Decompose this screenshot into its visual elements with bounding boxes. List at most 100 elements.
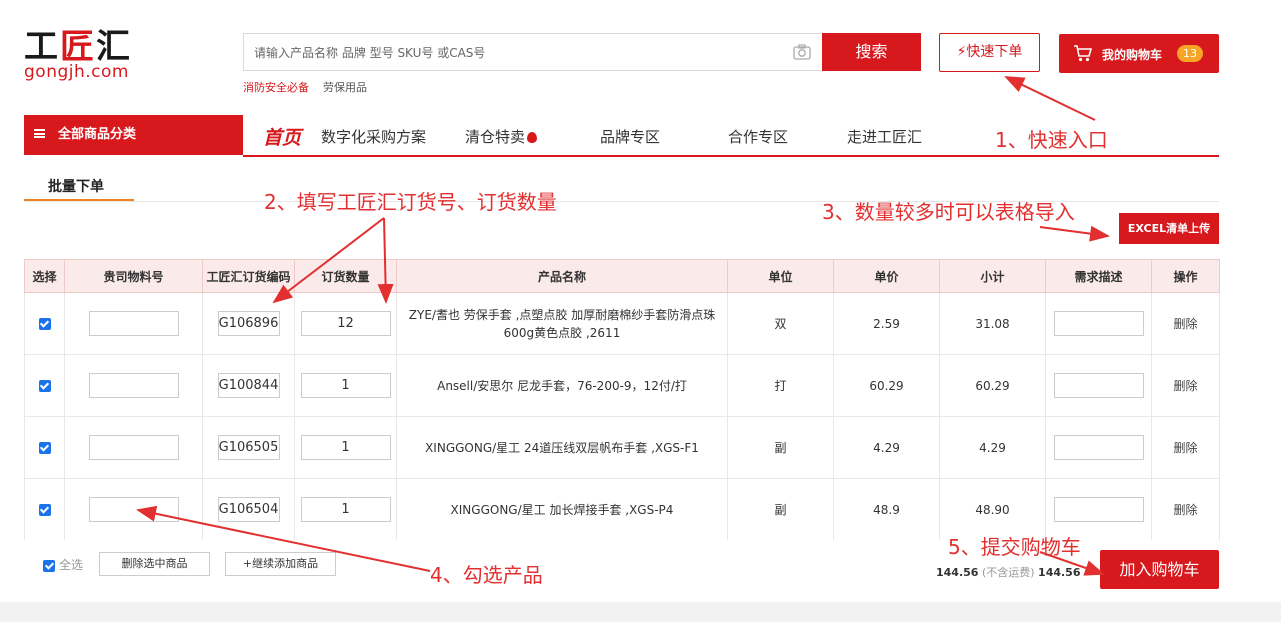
subtotal: 31.08 bbox=[939, 292, 1046, 355]
logo[interactable]: 工匠汇 bbox=[24, 28, 132, 66]
quantity-input[interactable]: 1 bbox=[300, 435, 391, 460]
row-checkbox[interactable] bbox=[38, 318, 51, 330]
row-checkbox[interactable] bbox=[38, 442, 51, 454]
nav-clearance[interactable]: 清仓特卖 bbox=[465, 126, 538, 147]
excel-upload-button[interactable]: EXCEL清单上传 bbox=[1119, 213, 1219, 244]
camera-icon[interactable] bbox=[793, 44, 811, 60]
order-code-input[interactable]: G106504 bbox=[217, 497, 280, 522]
col-material-no: 贵司物料号 bbox=[64, 259, 203, 293]
quantity-input[interactable]: 1 bbox=[300, 497, 391, 522]
all-categories-label: 全部商品分类 bbox=[58, 127, 137, 142]
cart-label: 我的购物车 bbox=[1102, 48, 1163, 62]
subtotal: 60.29 bbox=[939, 354, 1046, 417]
quantity-input[interactable]: 1 bbox=[300, 373, 391, 398]
logo-domain: gongjh.com bbox=[24, 62, 129, 82]
requirement-input[interactable] bbox=[1053, 435, 1144, 460]
quantity-input[interactable]: 12 bbox=[300, 311, 391, 336]
order-total: 144.56 (不含运费) 144.56 bbox=[936, 564, 1081, 580]
cart-count-badge: 13 bbox=[1177, 45, 1203, 62]
col-requirement: 需求描述 bbox=[1045, 259, 1152, 293]
delete-selected-button[interactable]: 删除选中商品 bbox=[99, 552, 210, 576]
flame-icon bbox=[527, 132, 538, 143]
page-bottom-strip bbox=[0, 602, 1281, 622]
unit-price: 2.59 bbox=[833, 292, 940, 355]
delete-link[interactable]: 删除 bbox=[1173, 379, 1197, 393]
col-subtotal: 小计 bbox=[939, 259, 1046, 293]
product-name: XINGGONG/星工 24道压线双层帆布手套 ,XGS-F1 bbox=[425, 440, 699, 455]
unit-price: 48.9 bbox=[833, 478, 940, 541]
logo-char-1: 工 bbox=[24, 27, 60, 67]
unit: 副 bbox=[727, 416, 834, 479]
nav-cooperation[interactable]: 合作专区 bbox=[728, 126, 788, 147]
table-row: G100844 1 Ansell/安思尔 尼龙手套，76-200-9，12付/打… bbox=[24, 354, 1220, 417]
material-no-input[interactable] bbox=[88, 311, 179, 336]
requirement-input[interactable] bbox=[1053, 311, 1144, 336]
annotation-submit-cart: 5、提交购物车 bbox=[948, 535, 1081, 559]
requirement-input[interactable] bbox=[1053, 497, 1144, 522]
nav-about[interactable]: 走进工匠汇 bbox=[847, 126, 922, 147]
cart-icon bbox=[1074, 45, 1093, 62]
col-action: 操作 bbox=[1151, 259, 1220, 293]
menu-icon bbox=[34, 129, 45, 138]
table-row: G106896 12 ZYE/耆也 劳保手套 ,点塑点胶 加厚耐磨棉纱手套防滑点… bbox=[24, 292, 1220, 355]
add-to-cart-button[interactable]: 加入购物车 bbox=[1100, 550, 1219, 589]
delete-link[interactable]: 删除 bbox=[1173, 317, 1197, 331]
table-row: G106505 1 XINGGONG/星工 24道压线双层帆布手套 ,XGS-F… bbox=[24, 416, 1220, 479]
col-quantity: 订货数量 bbox=[294, 259, 397, 293]
select-all-checkbox[interactable] bbox=[43, 559, 55, 572]
tab-batch-order[interactable]: 批量下单 bbox=[48, 176, 104, 196]
unit: 打 bbox=[727, 354, 834, 417]
quick-order-label: 快速下单 bbox=[966, 44, 1023, 60]
col-unit: 单位 bbox=[727, 259, 834, 293]
order-code-input[interactable]: G100844 bbox=[217, 373, 280, 398]
col-product-name: 产品名称 bbox=[396, 259, 728, 293]
row-checkbox[interactable] bbox=[38, 380, 51, 392]
col-unit-price: 单价 bbox=[833, 259, 940, 293]
nav-underline bbox=[243, 155, 1219, 157]
logo-char-3: 汇 bbox=[96, 27, 132, 67]
hot-link-labor-protection[interactable]: 劳保用品 bbox=[323, 79, 367, 95]
row-checkbox[interactable] bbox=[38, 504, 51, 516]
nav-clearance-label: 清仓特卖 bbox=[465, 128, 526, 146]
order-code-input[interactable]: G106896 bbox=[217, 311, 280, 336]
quick-order-button[interactable]: ⚡快速下单 bbox=[939, 33, 1040, 72]
arrow-3 bbox=[1039, 225, 1110, 242]
annotation-select-products: 4、勾选产品 bbox=[430, 563, 543, 587]
table-header-row: 选择 贵司物料号 工匠汇订货编码 订货数量 产品名称 单位 单价 小计 需求描述… bbox=[24, 259, 1220, 293]
product-name: XINGGONG/星工 加长焊接手套 ,XGS-P4 bbox=[450, 502, 674, 517]
requirement-input[interactable] bbox=[1053, 373, 1144, 398]
product-name: Ansell/安思尔 尼龙手套，76-200-9，12付/打 bbox=[437, 378, 687, 393]
search-input[interactable] bbox=[244, 34, 776, 72]
search-box bbox=[243, 33, 821, 72]
material-no-input[interactable] bbox=[88, 373, 179, 398]
annotation-excel-import: 3、数量较多时可以表格导入 bbox=[822, 200, 1075, 224]
product-name: ZYE/耆也 劳保手套 ,点塑点胶 加厚耐磨棉纱手套防滑点珠 600g黄色点胶 … bbox=[408, 307, 716, 340]
nav-home[interactable]: 首页 bbox=[263, 123, 301, 150]
search-button[interactable]: 搜索 bbox=[822, 33, 921, 71]
arrow-1 bbox=[1004, 76, 1096, 121]
unit: 双 bbox=[727, 292, 834, 355]
material-no-input[interactable] bbox=[88, 435, 179, 460]
delete-link[interactable]: 删除 bbox=[1173, 441, 1197, 455]
add-more-button[interactable]: +继续添加商品 bbox=[225, 552, 336, 576]
unit-price: 4.29 bbox=[833, 416, 940, 479]
all-categories-button[interactable]: 全部商品分类 bbox=[24, 115, 243, 155]
select-all[interactable]: 全选 bbox=[43, 556, 83, 573]
nav-digital-procurement[interactable]: 数字化采购方案 bbox=[321, 126, 426, 147]
col-select: 选择 bbox=[24, 259, 65, 293]
delete-link[interactable]: 删除 bbox=[1173, 503, 1197, 517]
material-no-input[interactable] bbox=[88, 497, 179, 522]
annotation-quick-entry: 1、快速入口 bbox=[995, 128, 1108, 152]
total-amount: 144.56 bbox=[936, 566, 979, 579]
shipping-note: (不含运费) bbox=[981, 566, 1035, 579]
my-cart-button[interactable]: 我的购物车 13 bbox=[1059, 34, 1219, 73]
nav-brands[interactable]: 品牌专区 bbox=[600, 126, 660, 147]
order-table: 选择 贵司物料号 工匠汇订货编码 订货数量 产品名称 单位 单价 小计 需求描述… bbox=[24, 259, 1220, 541]
order-code-input[interactable]: G106505 bbox=[217, 435, 280, 460]
subtotal: 4.29 bbox=[939, 416, 1046, 479]
col-order-code: 工匠汇订货编码 bbox=[202, 259, 295, 293]
hot-link-fire-safety[interactable]: 消防安全必备 bbox=[243, 79, 309, 95]
select-all-label: 全选 bbox=[59, 558, 84, 572]
annotation-fill-code: 2、填写工匠汇订货号、订货数量 bbox=[264, 190, 557, 214]
logo-char-2: 匠 bbox=[60, 27, 96, 67]
